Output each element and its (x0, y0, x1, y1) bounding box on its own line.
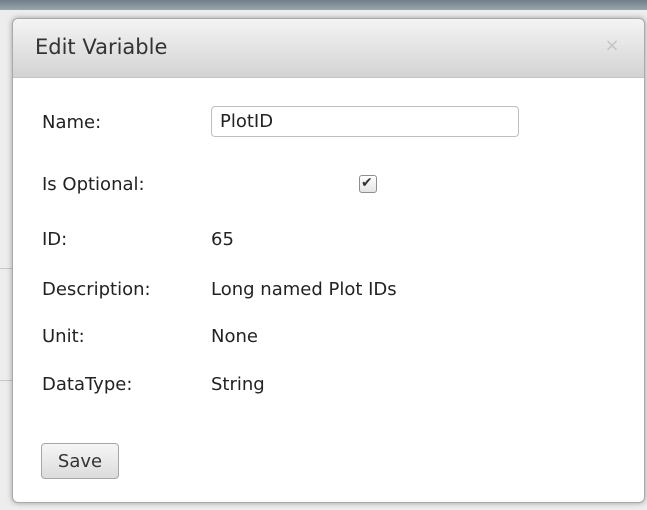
unit-value: None (211, 326, 258, 347)
dialog-title: Edit Variable (35, 35, 168, 59)
id-label: ID: (42, 229, 68, 250)
dialog-titlebar: Edit Variable × (13, 19, 644, 78)
is-optional-label: Is Optional: (42, 174, 145, 195)
save-button[interactable]: Save (41, 443, 119, 479)
id-value: 65 (211, 229, 234, 250)
background-divider (0, 268, 12, 269)
description-label: Description: (42, 279, 151, 300)
checkmark-icon: ✔ (361, 175, 373, 191)
description-value: Long named Plot IDs (211, 279, 397, 300)
is-optional-checkbox[interactable]: ✔ (359, 175, 377, 193)
datatype-value: String (211, 374, 265, 395)
datatype-label: DataType: (42, 374, 133, 395)
unit-label: Unit: (42, 326, 85, 347)
name-label: Name: (42, 112, 102, 133)
name-input[interactable] (211, 106, 519, 137)
background-header-strip (0, 0, 647, 10)
edit-variable-dialog: Edit Variable × Name: Is Optional: ✔ ID:… (12, 18, 645, 503)
background-divider (0, 380, 12, 381)
close-icon[interactable]: × (602, 36, 622, 56)
